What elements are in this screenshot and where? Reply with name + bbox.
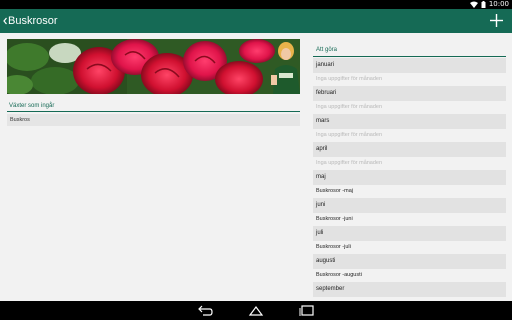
status-bar: 10:00 — [0, 0, 512, 9]
todo-divider — [313, 56, 506, 57]
month-row-september[interactable]: september — [313, 282, 506, 297]
month-row-mars[interactable]: mars — [313, 114, 506, 129]
task-item[interactable]: Buskrosor -juni — [313, 213, 506, 226]
task-item[interactable]: Buskrosor -augusti — [313, 269, 506, 282]
month-row-januari[interactable]: januari — [313, 58, 506, 73]
task-item[interactable]: Buskrosor -juli — [313, 241, 506, 254]
content-area: Växter som ingår Buskros Att göra januar… — [0, 33, 512, 301]
nav-back-icon[interactable] — [197, 304, 213, 317]
plant-item[interactable]: Buskros — [7, 114, 300, 126]
task-note: Inga uppgifter för månaden — [313, 129, 506, 142]
app-title[interactable]: Buskrosor — [8, 14, 58, 28]
status-time: 10:00 — [488, 0, 509, 8]
plants-header: Växter som ingår — [9, 103, 55, 109]
month-row-februari[interactable]: februari — [313, 86, 506, 101]
status-icons: 10:00 — [469, 0, 509, 9]
plants-divider — [7, 111, 300, 112]
month-row-maj[interactable]: maj — [313, 170, 506, 185]
add-icon[interactable] — [490, 14, 503, 27]
task-note: Inga uppgifter för månaden — [313, 101, 506, 114]
month-row-augusti[interactable]: augusti — [313, 254, 506, 269]
battery-icon — [481, 1, 486, 8]
action-bar: Buskrosor — [0, 9, 512, 33]
nav-home-icon[interactable] — [248, 304, 264, 317]
month-row-juni[interactable]: juni — [313, 198, 506, 213]
hero-image — [7, 39, 300, 94]
task-note: Inga uppgifter för månaden — [313, 157, 506, 170]
todo-header: Att göra — [316, 47, 338, 53]
todo-list: januari Inga uppgifter för månaden febru… — [313, 58, 506, 297]
task-note: Inga uppgifter för månaden — [313, 73, 506, 86]
month-row-april[interactable]: april — [313, 142, 506, 157]
navigation-bar — [0, 301, 512, 320]
task-item[interactable]: Buskrosor -maj — [313, 185, 506, 198]
nav-recents-icon[interactable] — [299, 304, 315, 317]
month-row-juli[interactable]: juli — [313, 226, 506, 241]
wifi-icon — [469, 1, 478, 8]
